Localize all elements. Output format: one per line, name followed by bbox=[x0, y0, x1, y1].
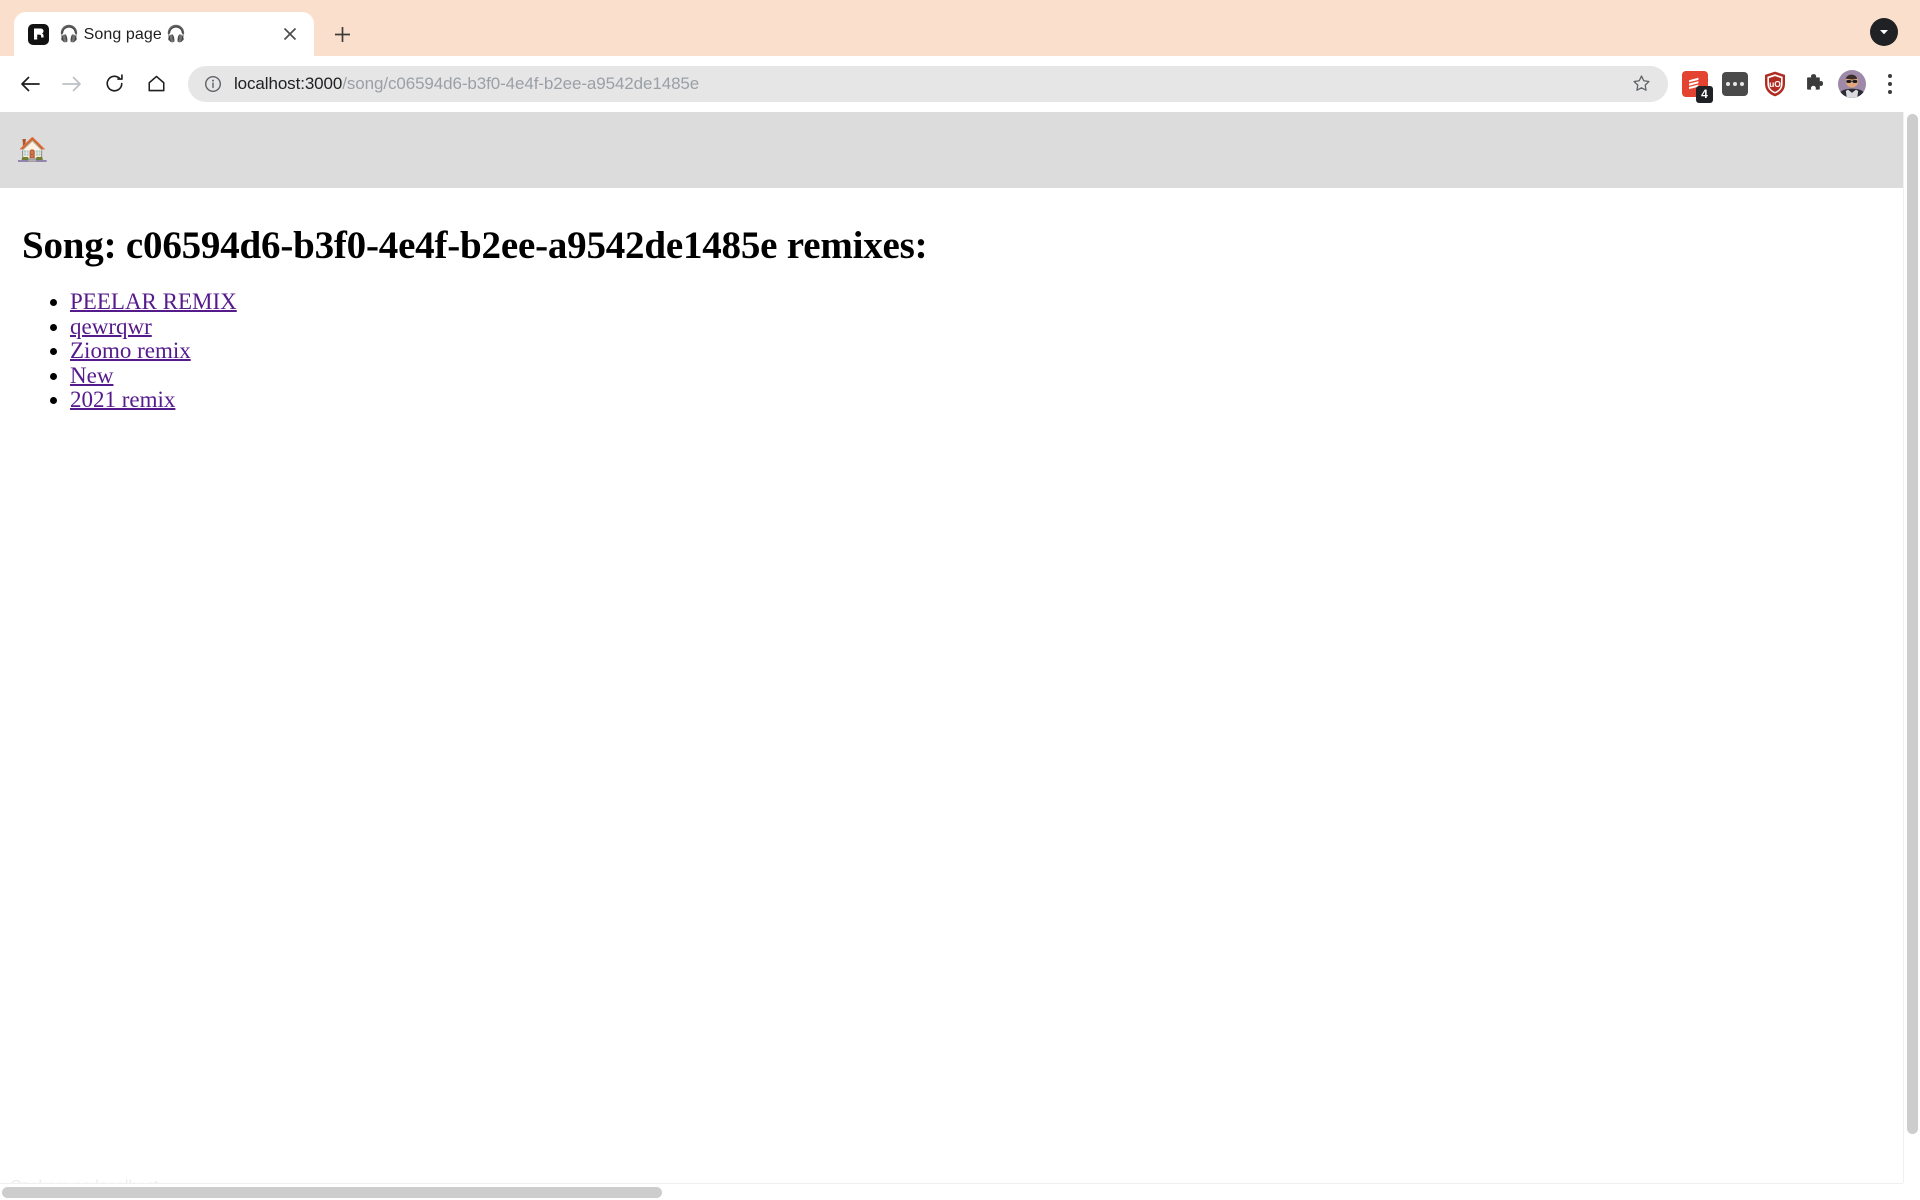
address-bar[interactable]: localhost:3000/song/c06594d6-b3f0-4e4f-b… bbox=[188, 65, 1668, 102]
remix-link[interactable]: 2021 remix bbox=[70, 387, 175, 412]
back-button[interactable] bbox=[10, 64, 50, 104]
remix-logo-favicon bbox=[28, 23, 49, 45]
url-path: /song/c06594d6-b3f0-4e4f-b2ee-a9542de148… bbox=[342, 73, 700, 93]
dots-extension-button[interactable] bbox=[1718, 67, 1752, 101]
list-item: New bbox=[70, 363, 1900, 389]
tab-search-chevron-down-icon[interactable] bbox=[1870, 18, 1898, 46]
home-emoji-link[interactable]: 🏠 bbox=[18, 137, 47, 163]
close-tab-icon[interactable] bbox=[278, 22, 302, 46]
page-body: Song: c06594d6-b3f0-4e4f-b2ee-a9542de148… bbox=[0, 223, 1920, 413]
tab-strip: 🎧 Song page 🎧 bbox=[0, 0, 1920, 56]
site-information-icon[interactable] bbox=[204, 75, 222, 93]
remix-link[interactable]: Ziomo remix bbox=[70, 338, 191, 363]
remix-list: PEELAR REMIX qewrqwr Ziomo remix New 202… bbox=[40, 289, 1900, 413]
extensions-puzzle-icon[interactable] bbox=[1798, 67, 1832, 101]
tab-title: 🎧 Song page 🎧 bbox=[59, 26, 187, 43]
remix-link[interactable]: New bbox=[70, 363, 113, 388]
profile-avatar[interactable] bbox=[1838, 69, 1866, 98]
menu-dot bbox=[1888, 89, 1892, 94]
dots-icon bbox=[1722, 71, 1748, 96]
list-item: qewrqwr bbox=[70, 314, 1900, 340]
browser-tab[interactable]: 🎧 Song page 🎧 bbox=[14, 12, 314, 56]
menu-dot bbox=[1888, 81, 1892, 86]
vertical-scrollbar-thumb[interactable] bbox=[1907, 114, 1918, 1134]
todoist-extension-button[interactable]: 4 bbox=[1678, 67, 1713, 103]
vertical-scrollbar[interactable] bbox=[1903, 112, 1920, 1200]
chrome-menu-icon[interactable] bbox=[1874, 66, 1906, 102]
list-item: 2021 remix bbox=[70, 387, 1900, 413]
svg-text:uO: uO bbox=[1769, 79, 1781, 89]
dot bbox=[1740, 81, 1744, 86]
horizontal-scrollbar-thumb[interactable] bbox=[2, 1187, 662, 1198]
home-button[interactable] bbox=[136, 64, 176, 104]
page-viewport: 🏠 Song: c06594d6-b3f0-4e4f-b2ee-a9542de1… bbox=[0, 112, 1920, 1200]
extension-icons: 4 uO bbox=[1678, 66, 1906, 103]
address-bar-url: localhost:3000/song/c06594d6-b3f0-4e4f-b… bbox=[234, 74, 1616, 94]
browser-toolbar: localhost:3000/song/c06594d6-b3f0-4e4f-b… bbox=[0, 56, 1920, 112]
browser-window: 🎧 Song page 🎧 localhost:3000/song/c06594… bbox=[0, 0, 1920, 1200]
url-host: localhost:3000 bbox=[234, 73, 343, 93]
new-tab-button[interactable] bbox=[324, 16, 360, 52]
site-header: 🏠 bbox=[0, 112, 1920, 188]
list-item: Ziomo remix bbox=[70, 338, 1900, 364]
horizontal-scrollbar[interactable] bbox=[0, 1183, 1920, 1200]
todoist-badge-count: 4 bbox=[1696, 85, 1713, 103]
forward-button[interactable] bbox=[52, 64, 92, 104]
page-content: 🏠 Song: c06594d6-b3f0-4e4f-b2ee-a9542de1… bbox=[0, 112, 1920, 1200]
remix-link[interactable]: qewrqwr bbox=[70, 314, 152, 339]
bookmark-star-icon[interactable] bbox=[1628, 71, 1654, 97]
menu-dot bbox=[1888, 73, 1892, 78]
ublock-origin-button[interactable]: uO bbox=[1758, 67, 1792, 101]
list-item: PEELAR REMIX bbox=[70, 289, 1900, 315]
page-title: Song: c06594d6-b3f0-4e4f-b2ee-a9542de148… bbox=[22, 224, 928, 267]
dot bbox=[1733, 81, 1737, 86]
dot bbox=[1726, 81, 1730, 86]
scrollbar-corner bbox=[1903, 1183, 1920, 1200]
remix-link[interactable]: PEELAR REMIX bbox=[70, 289, 237, 314]
reload-button[interactable] bbox=[94, 64, 134, 104]
ublock-shield-icon: uO bbox=[1762, 70, 1788, 98]
